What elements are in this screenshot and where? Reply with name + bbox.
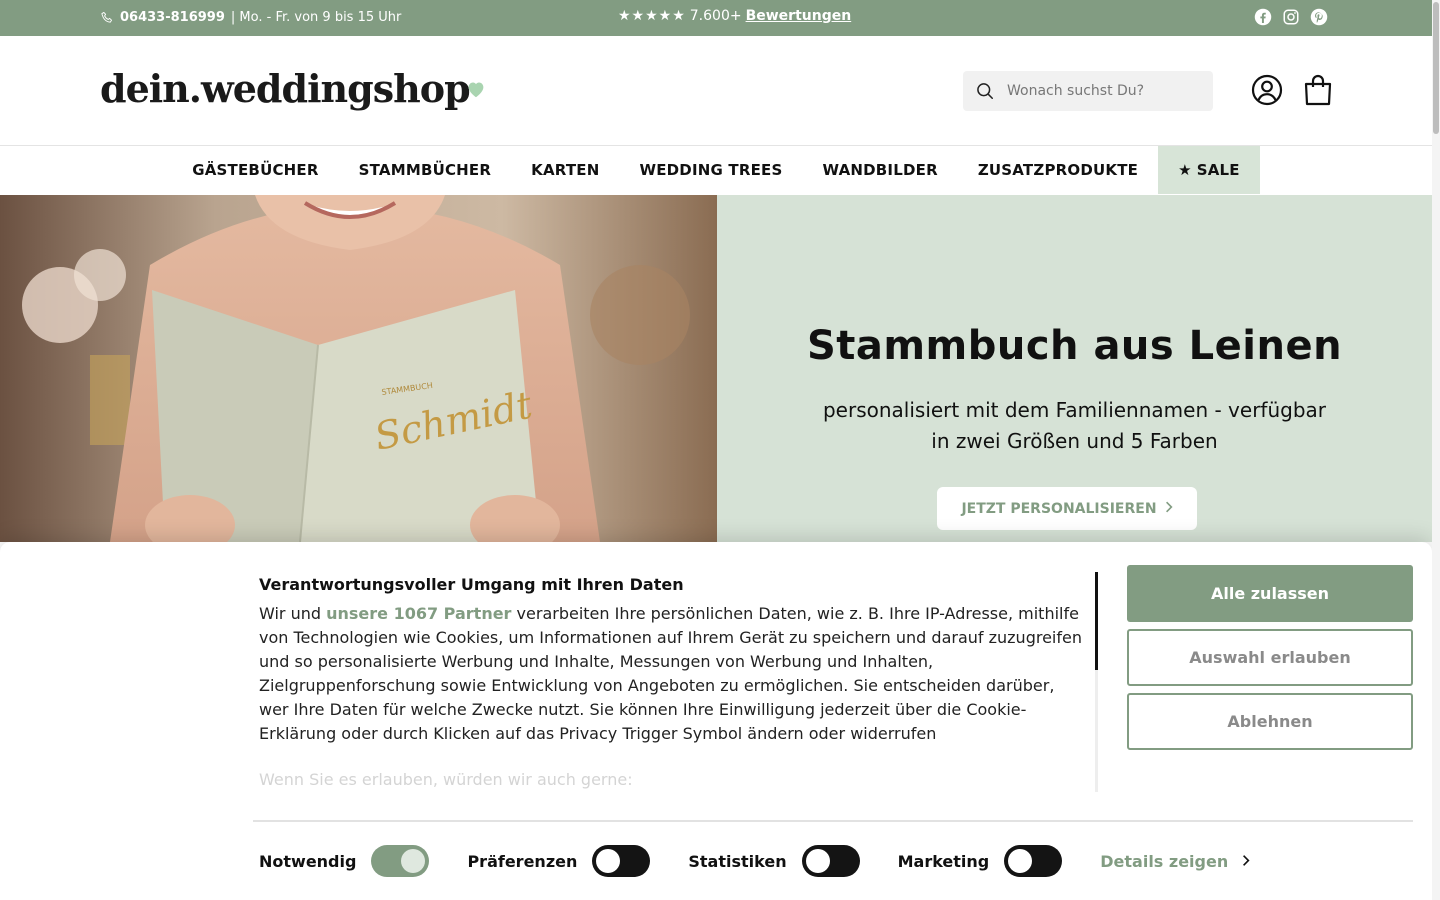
account-icon[interactable]: [1251, 74, 1283, 106]
phone-icon: [100, 11, 114, 25]
hero-panel: Stammbuch aus Leinen personalisiert mit …: [717, 195, 1432, 542]
heart-icon: [466, 62, 486, 98]
toggle-label: Marketing: [897, 851, 990, 871]
cart-icon[interactable]: [1302, 74, 1334, 106]
facebook-icon[interactable]: [1254, 8, 1272, 26]
hero-title: Stammbuch aus Leinen: [806, 323, 1343, 369]
cookie-text-faded: Wenn Sie es erlauben, würden wir auch ge…: [259, 770, 633, 789]
personalize-button-label: JETZT PERSONALISIEREN: [961, 500, 1157, 517]
toggle-label: Präferenzen: [467, 851, 578, 871]
allow-all-button[interactable]: Alle zulassen: [1127, 565, 1413, 622]
cookie-text-pre: Wir und: [259, 604, 322, 623]
opening-hours: | Mo. - Fr. von 9 bis 15 Uhr: [230, 10, 402, 25]
chevron-right-icon: [1165, 501, 1173, 517]
phone-number[interactable]: 06433-816999: [120, 10, 225, 25]
toggle-label: Statistiken: [688, 851, 787, 871]
search-bar: [963, 71, 1213, 111]
cookie-text-scrollbar[interactable]: [1095, 572, 1098, 792]
main-nav: GÄSTEBÜCHER STAMMBÜCHER KARTEN WEDDING T…: [0, 146, 1432, 194]
rating-summary: ★★★★★ 7.600+ Bewertungen: [618, 8, 851, 24]
nav-item-wandbilder[interactable]: WANDBILDER: [803, 146, 958, 194]
hero-subtitle: personalisiert mit dem Familiennamen - v…: [822, 398, 1327, 453]
rating-stars: ★★★★★: [618, 8, 686, 24]
reviews-link[interactable]: Bewertungen: [746, 8, 852, 24]
rating-count: 7.600+: [689, 8, 742, 24]
scrollbar-thumb[interactable]: [1433, 2, 1439, 134]
nav-item-stammbuecher[interactable]: STAMMBÜCHER: [339, 146, 512, 194]
logo-text: dein.weddingshop: [100, 66, 471, 111]
site-header: dein.weddingshop: [0, 36, 1432, 146]
nav-item-zusatzprodukte[interactable]: ZUSATZPRODUKTE: [958, 146, 1158, 194]
cookie-consent-banner: Verantwortungsvoller Umgang mit Ihren Da…: [0, 542, 1432, 900]
nav-item-wedding-trees[interactable]: WEDDING TREES: [619, 146, 802, 194]
toggle-switch-necessary[interactable]: [371, 845, 430, 877]
top-bar: 06433-816999 | Mo. - Fr. von 9 bis 15 Uh…: [0, 0, 1432, 36]
sale-icon: ★: [1178, 161, 1192, 179]
toggle-marketing: Marketing: [898, 845, 1063, 877]
cookie-title: Verantwortungsvoller Umgang mit Ihren Da…: [259, 575, 684, 594]
toggle-label: Notwendig: [259, 851, 357, 871]
contact-info: 06433-816999 | Mo. - Fr. von 9 bis 15 Uh…: [100, 10, 401, 25]
toggle-switch-statistics[interactable]: [801, 845, 860, 877]
show-details-label: Details zeigen: [1100, 851, 1229, 871]
allow-selection-button[interactable]: Auswahl erlauben: [1127, 629, 1413, 686]
search-input[interactable]: [1007, 83, 1197, 99]
sale-label: SALE: [1196, 161, 1240, 179]
show-details-link[interactable]: Details zeigen: [1100, 852, 1250, 871]
hero-image: STAMMBUCH Schmidt: [0, 195, 717, 542]
social-links: [1254, 8, 1328, 26]
search-icon[interactable]: [975, 81, 995, 101]
nav-item-karten[interactable]: KARTEN: [511, 146, 619, 194]
partners-link[interactable]: unsere 1067 Partner: [326, 604, 511, 623]
nav-item-gaestebuecher[interactable]: GÄSTEBÜCHER: [172, 146, 338, 194]
pinterest-icon[interactable]: [1310, 8, 1328, 26]
decline-button[interactable]: Ablehnen: [1127, 693, 1413, 750]
nav-item-sale[interactable]: ★ SALE: [1158, 146, 1260, 194]
divider: [253, 820, 1413, 822]
toggle-statistics: Statistiken: [688, 845, 860, 877]
personalize-button[interactable]: JETZT PERSONALISIEREN: [937, 487, 1197, 530]
toggle-necessary: Notwendig: [259, 845, 430, 877]
toggle-preferences: Präferenzen: [467, 845, 651, 877]
instagram-icon[interactable]: [1282, 8, 1300, 26]
toggle-switch-preferences[interactable]: [592, 845, 651, 877]
cookie-text: Wir und unsere 1067 Partner verarbeiten …: [259, 602, 1084, 746]
page-scrollbar[interactable]: [1432, 0, 1440, 900]
consent-toggles: Notwendig Präferenzen Statistiken Market…: [259, 844, 1250, 878]
chevron-right-icon: [1242, 852, 1250, 871]
cookie-text-post: verarbeiten Ihre persönlichen Daten, wie…: [259, 604, 1082, 743]
logo[interactable]: dein.weddingshop: [100, 66, 484, 111]
toggle-switch-marketing[interactable]: [1004, 845, 1063, 877]
